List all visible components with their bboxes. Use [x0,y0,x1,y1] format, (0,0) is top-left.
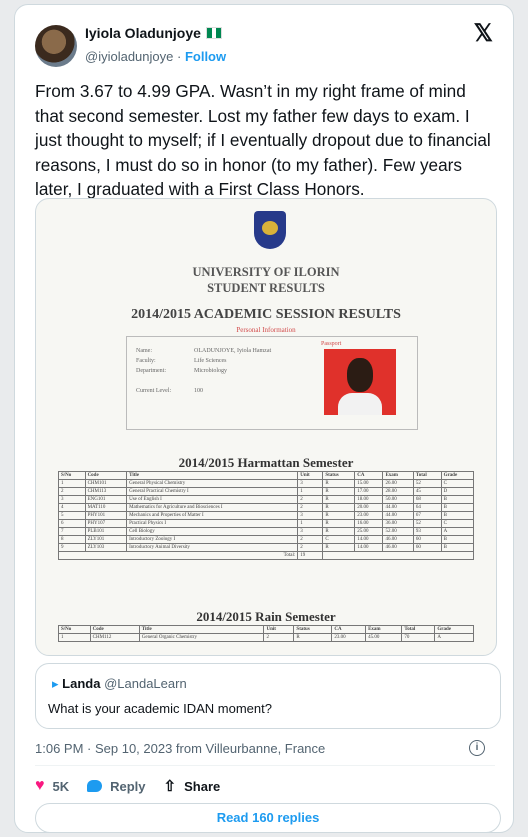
nigeria-flag-icon [205,27,222,39]
university-name: UNIVERSITY OF ILORIN [192,265,340,279]
separator: · [176,49,182,64]
passport-photo [324,349,396,415]
tweet-media[interactable]: UNIVERSITY OF ILORIN STUDENT RESULTS 201… [35,198,497,656]
table-header: Exam [365,625,403,634]
university-crest-icon [254,211,286,249]
reply-icon [87,780,103,792]
tweet-text: From 3.67 to 4.99 GPA. Wasn’t in my righ… [35,81,491,199]
table-header: S/No [58,471,86,480]
table-row: 5 PHY101 Mechanics and Properties of Matte… [58,511,475,520]
like-count: 5K [52,778,70,794]
table-row: 7 PLB101 Cell Biology 3 R 25.00 52.00 93 A [58,527,475,536]
info-icon[interactable]: i [469,740,485,756]
table-header: Total [412,471,442,480]
table-total-row: Total: 19 [57,551,474,560]
avatar[interactable] [35,25,77,67]
document-subtitle: STUDENT RESULTS [207,281,325,295]
divider [35,765,495,766]
table-header: CA [331,625,367,634]
semester2-table: S/No Code Title Unit Status CA Exam Total Grade … [58,625,474,642]
author-row: Iyiola Oladunjoye [85,25,222,41]
quoted-text: What is your academic IDAN moment? [48,701,272,716]
result-document: UNIVERSITY OF ILORIN STUDENT RESULTS 201… [36,199,496,655]
table-header: Unit [263,625,295,634]
follow-button[interactable]: Follow [185,49,226,64]
table-header: Grade [434,625,474,634]
table-header: Total [401,625,436,634]
quoted-author: ▸ Landa @LandaLearn [52,676,187,692]
semester1-title: 2014/2015 Harmattan Semester [178,455,354,470]
author-name[interactable]: Iyiola Oladunjoye [85,25,201,41]
table-header: Status [293,625,333,634]
timestamp[interactable]: 1:06 PM · Sep 10, 2023 from Villeurbanne… [35,741,325,756]
author-handle[interactable]: @iyioladunjoye [85,49,173,64]
tweet-card: Iyiola Oladunjoye @iyioladunjoye · Follo… [14,4,514,833]
table-row: 2 CHM113 General Practical Chemistry I 1 R 17… [58,487,475,496]
heart-icon: ♥ [35,777,45,794]
handle-row: @iyioladunjoye · Follow [85,49,226,64]
table-row: 4 MAT110 Mathematics for Agriculture and B… [58,503,475,512]
semester1-table: S/No Code Title Unit Status CA Exam Total Grade … [57,471,475,560]
semester2-title: 2014/2015 Rain Semester [196,609,336,624]
personal-info-fields: Name: OLADUNJOYE, Iyiola Hamzat Faculty: L… [136,348,272,394]
quoted-author-name: Landa [62,676,101,691]
quoted-tweet[interactable]: ▸ Landa @LandaLearn What is your academi… [35,663,501,729]
table-row: 9 ZLY103 Introductory Animal Diversity 2 R 14… [58,543,475,552]
table-header: Grade [440,471,475,480]
table-header: Status [322,471,356,480]
table-row: 1 CHM112 General Organic Chemistry 2 R 23.00 4… [58,633,474,642]
table-header: Exam [382,471,414,480]
quote-arrow-icon: ▸ [52,676,59,691]
table-row: 8 ZLY101 Introductory Zoology I 2 C 14.00 46.0… [58,535,475,544]
session-title: 2014/2015 ACADEMIC SESSION RESULTS [131,307,401,322]
table-row: 1 CHM101 General Physical Chemistry 3 R 15.00… [58,479,475,488]
table-header: Title [126,471,299,480]
table-header: S/No [58,625,91,634]
passport-label: Passport [321,341,342,347]
x-logo-icon[interactable]: 𝕏 [474,19,493,48]
reply-button[interactable]: Reply [87,778,146,794]
action-bar: ♥ 5K Reply ⇧ Share [35,777,220,795]
table-row: 3 ENG101 Use of English I 2 R 18.00 50.00 68 B [58,495,475,504]
table-header: Code [84,471,128,480]
quoted-author-handle: @LandaLearn [104,676,187,691]
share-button[interactable]: ⇧ Share [164,777,221,795]
table-header: Unit [297,471,324,480]
table-row: 6 PHY107 Practical Physics I 1 R 16.00 36.00 52… [58,519,475,528]
like-button[interactable]: ♥ 5K [35,777,69,795]
share-icon: ⇧ [163,778,177,795]
read-replies-button[interactable]: Read 160 replies [35,803,501,832]
personal-info-label: Personal Information [236,326,296,334]
table-header: CA [354,471,384,480]
table-header: Title [138,625,265,634]
table-header: Code [89,625,140,634]
share-label: Share [184,778,221,794]
reply-label: Reply [110,778,146,794]
